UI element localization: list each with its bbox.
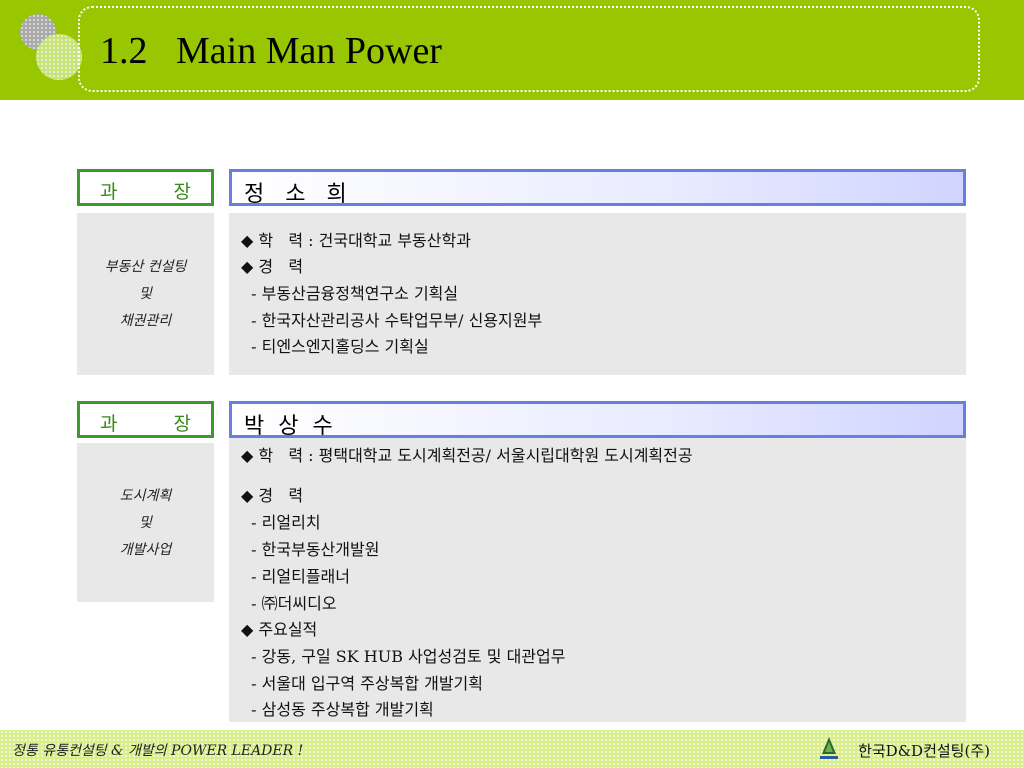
- detail-line: - 강동, 구일 SK HUB 사업성검토 및 대관업무: [241, 647, 566, 666]
- field-box: 부동산 컨설팅 및 채권관리: [77, 213, 214, 375]
- field-line: 채권관리: [119, 313, 172, 329]
- detail-line: - 삼성동 주상복합 개발기획: [241, 700, 434, 719]
- field-line: 및: [139, 515, 152, 531]
- detail-line: - 부동산금융정책연구소 기획실: [241, 284, 459, 303]
- detail-line: ◆ 학 력 : 건국대학교 부동산학과: [241, 231, 471, 250]
- detail-box: ◆ 학 력 : 건국대학교 부동산학과 ◆ 경 력 - 부동산금융정책연구소 기…: [229, 213, 966, 375]
- rank-char: 장: [173, 181, 191, 203]
- rank-char: 과: [100, 181, 118, 203]
- field-line: 부동산 컨설팅: [104, 259, 187, 275]
- detail-line: ◆ 경 력: [241, 257, 304, 276]
- detail-line: ◆ 학 력 : 평택대학교 도시계획전공/ 서울시립대학원 도시계획전공: [241, 446, 693, 465]
- detail-line: - 한국부동산개발원: [241, 540, 380, 559]
- detail-line: ◆ 주요실적: [241, 620, 318, 639]
- person-name: 정 소 희: [244, 182, 347, 207]
- detail-line: - 티엔스엔지홀딩스 기획실: [241, 337, 429, 356]
- detail-line: - 리얼티플래너: [241, 567, 350, 586]
- detail-line: - ㈜더씨디오: [241, 594, 337, 613]
- detail-line: - 리얼리치: [241, 513, 321, 532]
- name-bar: 박 상 수: [229, 401, 966, 439]
- title-banner: 1.2 Main Man Power: [0, 0, 1024, 100]
- detail-box: ◆ 학 력 : 평택대학교 도시계획전공/ 서울시립대학원 도시계획전공 ◆ 경…: [229, 438, 966, 722]
- company-logo-icon: [820, 737, 838, 759]
- detail-line: - 서울대 입구역 주상복합 개발기획: [241, 674, 484, 693]
- footer-slogan: 정통 유통컨설팅 & 개발의 POWER LEADER !: [12, 743, 304, 759]
- rank-label: 과 장: [77, 401, 214, 438]
- rank-char: 과: [100, 413, 118, 435]
- field-line: 및: [139, 286, 152, 302]
- field-line: 개발사업: [119, 542, 172, 558]
- rank-label: 과 장: [77, 169, 214, 206]
- field-box: 도시계획 및 개발사업: [77, 443, 214, 602]
- decorative-circle: [36, 34, 82, 80]
- page-title: 1.2 Main Man Power: [100, 30, 442, 72]
- name-bar: 정 소 희: [229, 169, 966, 207]
- field-line: 도시계획: [119, 488, 172, 504]
- company-name: 한국D&D컨설팅(주): [858, 742, 990, 760]
- footer-bar: 정통 유통컨설팅 & 개발의 POWER LEADER ! 한국D&D컨설팅(주…: [0, 730, 1024, 768]
- detail-line: - 한국자산관리공사 수탁업무부/ 신용지원부: [241, 311, 543, 330]
- rank-char: 장: [173, 413, 191, 435]
- detail-line: ◆ 경 력: [241, 486, 304, 505]
- person-name: 박 상 수: [244, 414, 333, 439]
